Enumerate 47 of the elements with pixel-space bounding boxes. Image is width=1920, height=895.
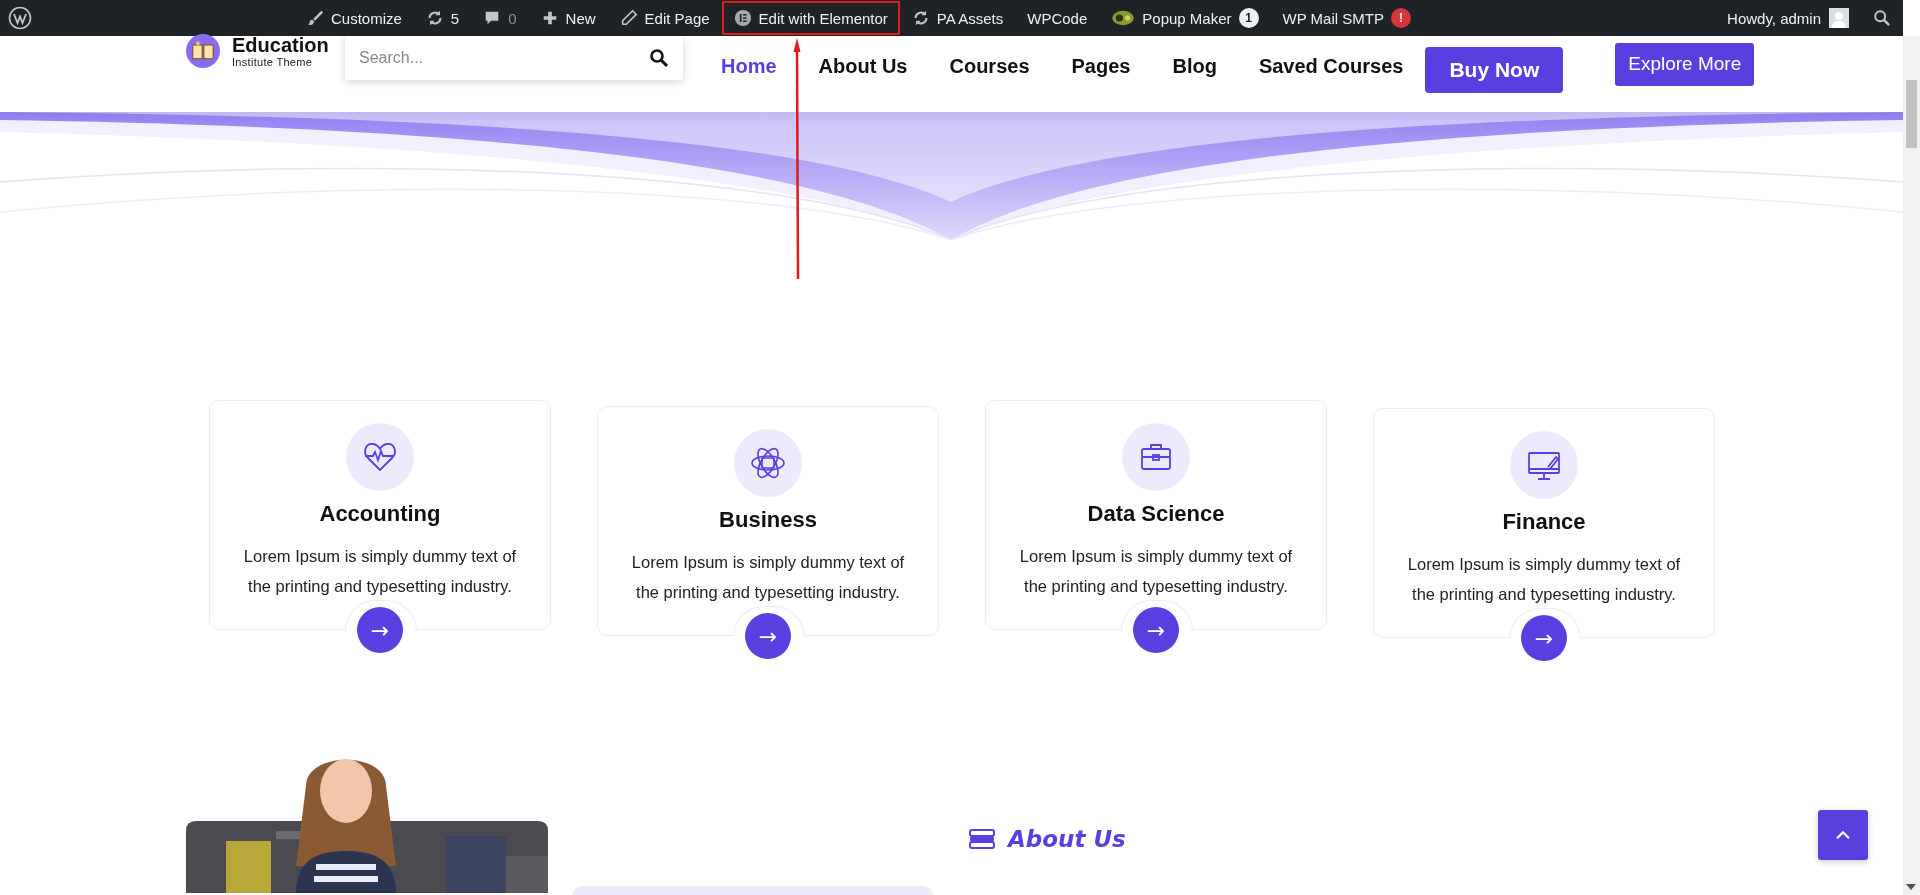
admin-bar-label: New	[565, 9, 596, 27]
greeting-text[interactable]: Howdy, admin	[1727, 9, 1821, 27]
logo-subtitle: Institute Theme	[232, 56, 314, 68]
card-title: Accounting	[319, 501, 441, 527]
arrow-button[interactable]: →	[1133, 607, 1179, 653]
nav-link[interactable]: Courses	[949, 54, 1030, 78]
search-field[interactable]: Search...	[345, 36, 683, 80]
card-text: Lorem Ipsum is simply dummy text of the printing and typesetting industry.	[242, 546, 518, 597]
admin-bar-item[interactable]: Edit Page	[607, 1, 722, 35]
card-text: Lorem Ipsum is simply dummy text of the printing and typesetting industry.	[1406, 554, 1682, 605]
nav-link[interactable]: About Us	[818, 54, 908, 78]
admin-bar-item[interactable]: 0	[471, 1, 529, 35]
admin-bar-item[interactable]: PA Assets	[899, 1, 1016, 35]
logo-title[interactable]: Education	[232, 34, 329, 56]
nav-link[interactable]: Saved Courses	[1258, 54, 1404, 78]
card-title: Finance	[1502, 509, 1586, 535]
card-text: Lorem Ipsum is simply dummy text of the printing and typesetting industry.	[1018, 546, 1294, 597]
admin-bar-label: Edit with Elementor	[758, 9, 888, 27]
admin-bar-label: Edit Page	[644, 9, 710, 27]
arrow-button[interactable]: →	[745, 613, 791, 659]
admin-bar-item[interactable]: Edit with Elementor	[721, 1, 900, 35]
admin-bar-label: WP Mail SMTP	[1282, 9, 1384, 27]
admin-bar-item[interactable]: Customize	[294, 1, 414, 35]
nav-link[interactable]: Blog	[1172, 54, 1217, 78]
admin-bar-item[interactable]: New	[528, 1, 608, 35]
admin-bar-item[interactable]: Popup Maker 1	[1099, 1, 1271, 35]
admin-bar-item[interactable]: 5	[413, 1, 472, 35]
explore-button[interactable]: Explore More	[1615, 42, 1755, 86]
arrow-button[interactable]: →	[1521, 615, 1567, 661]
arrow-button[interactable]: →	[357, 607, 403, 653]
admin-bar-label: Popup Maker	[1142, 9, 1232, 27]
admin-bar-label: 0	[508, 9, 517, 27]
card-text: Lorem Ipsum is simply dummy text of the printing and typesetting industry.	[630, 552, 906, 603]
admin-bar-label: Customize	[331, 9, 402, 27]
admin-bar-label: 5	[450, 9, 460, 27]
admin-bar-item[interactable]: WPCode	[1015, 1, 1100, 35]
nav-link[interactable]: Home	[721, 54, 777, 78]
card-title: Data Science	[1087, 501, 1225, 527]
admin-bar-item[interactable]: WP Mail SMTP !	[1270, 1, 1423, 35]
count-badge: 1	[1238, 8, 1259, 28]
buy-button[interactable]: Buy Now	[1425, 47, 1564, 93]
admin-bar-label: WPCode	[1027, 9, 1088, 27]
nav-link[interactable]: Pages	[1071, 54, 1131, 78]
admin-bar-label: PA Assets	[936, 9, 1004, 27]
section-label: About Us	[1008, 826, 1126, 852]
card-title: Business	[719, 507, 817, 533]
count-badge: !	[1390, 8, 1411, 28]
